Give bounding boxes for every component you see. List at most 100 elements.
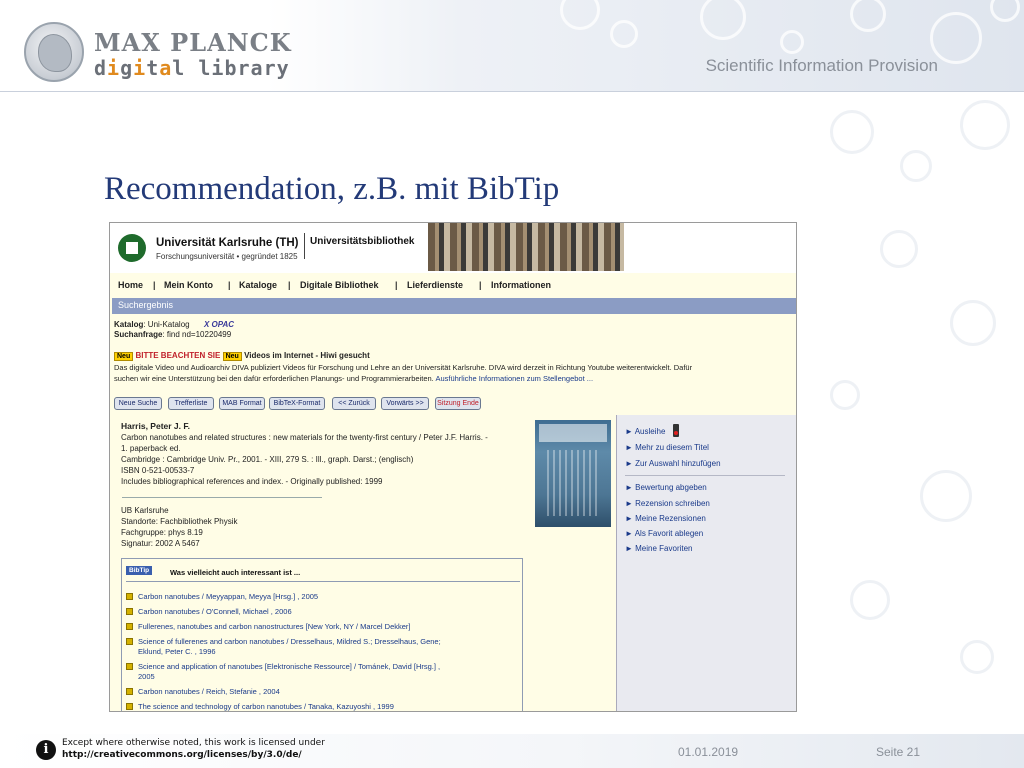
record-line: Includes bibliographical references and … xyxy=(121,477,383,486)
nav-mein-konto[interactable]: Mein Konto xyxy=(164,280,213,290)
recommendation-item[interactable]: Carbon nanotubes / Meyyappan, Meyya [Hrs… xyxy=(138,592,318,601)
new-badge: Neu xyxy=(222,352,242,361)
book-icon xyxy=(126,688,133,695)
notice-headline[interactable]: Videos im Internet - Hiwi gesucht xyxy=(244,351,370,360)
result-heading-bar: Suchergebnis xyxy=(112,298,796,314)
library-name: Universitätsbibliothek xyxy=(310,236,415,247)
nav-separator: | xyxy=(395,280,398,290)
forward-button[interactable]: Vorwärts >> xyxy=(381,397,429,410)
record-line: Carbon nanotubes and related structures … xyxy=(121,433,488,442)
link-ausleihe[interactable]: ► Ausleihe xyxy=(625,427,665,436)
link-zur-auswahl[interactable]: ► Zur Auswahl hinzufügen xyxy=(625,459,721,468)
decor-bubble xyxy=(780,30,804,54)
license-url[interactable]: http://creativecommons.org/licenses/by/3… xyxy=(62,750,302,760)
end-session-button[interactable]: Sitzung Ende xyxy=(435,397,481,410)
new-badge: Neu xyxy=(114,352,134,361)
university-banner: Universität Karlsruhe (TH) Forschungsuni… xyxy=(110,223,796,273)
sidebar-divider xyxy=(625,475,785,476)
recommendation-item[interactable]: Carbon nanotubes / Reich, Stefanie , 200… xyxy=(138,687,280,696)
record-divider xyxy=(122,497,322,498)
slide-header: MAX PLANCK digital library Scientific In… xyxy=(0,0,1024,92)
holding-line: Standorte: Fachbibliothek Physik xyxy=(121,517,238,526)
notice-text-1: Das digitale Video und Audioarchiv DIVA … xyxy=(114,363,693,372)
recommendation-item[interactable]: Science and application of nanotubes [El… xyxy=(138,662,440,671)
decor-bubble xyxy=(560,0,600,30)
brand-subtitle-text: digital library xyxy=(94,56,290,80)
book-icon xyxy=(126,703,133,710)
university-logo-icon[interactable] xyxy=(118,234,146,262)
decor-bubble xyxy=(830,110,874,154)
mab-format-button[interactable]: MAB Format xyxy=(219,397,265,410)
decor-bubble xyxy=(700,0,746,40)
recommendation-item[interactable]: Carbon nanotubes / O'Connell, Michael , … xyxy=(138,607,292,616)
nav-digitale-bibliothek[interactable]: Digitale Bibliothek xyxy=(300,280,379,290)
decor-bubble xyxy=(990,0,1020,22)
book-icon xyxy=(126,663,133,670)
record-author: Harris, Peter J. F. xyxy=(121,421,190,431)
license-text: Except where otherwise noted, this work … xyxy=(62,738,325,748)
decor-bubble xyxy=(850,0,886,32)
action-sidebar: ► Ausleihe ► Mehr zu diesem Titel ► Zur … xyxy=(616,415,796,711)
nav-kataloge[interactable]: Kataloge xyxy=(239,280,277,290)
availability-light-icon xyxy=(673,424,679,437)
decor-bubble xyxy=(920,470,972,522)
link-meine-rezensionen[interactable]: ► Meine Rezensionen xyxy=(625,514,706,523)
university-subtitle: Forschungsuniversität • gegründet 1825 xyxy=(156,252,298,261)
book-cover-image[interactable] xyxy=(535,420,611,527)
decor-bubble xyxy=(850,580,890,620)
brand-subtitle: digital library xyxy=(94,56,290,80)
record-line: Cambridge : Cambridge Univ. Pr., 2001. -… xyxy=(121,455,414,464)
notice-text-2: suchen wir eine Unterstützung bei den da… xyxy=(114,374,593,383)
bibtip-logo: BibTip xyxy=(126,566,153,575)
catalog-label: Katalog xyxy=(114,320,144,329)
result-list-button[interactable]: Trefferliste xyxy=(168,397,214,410)
recommendation-item[interactable]: The science and technology of carbon nan… xyxy=(138,702,394,711)
record-line: ISBN 0-521-00533-7 xyxy=(121,466,195,475)
slide-footer: i Except where otherwise noted, this wor… xyxy=(0,734,1024,768)
bibtip-box: BibTip Was vielleicht auch interessant i… xyxy=(121,558,523,711)
link-meine-favoriten[interactable]: ► Meine Favoriten xyxy=(625,544,693,553)
link-bewertung[interactable]: ► Bewertung abgeben xyxy=(625,483,707,492)
query-label: Suchanfrage xyxy=(114,330,163,339)
slide-page-number: Seite 21 xyxy=(876,745,921,759)
nav-home[interactable]: Home xyxy=(118,280,143,290)
decor-bubble xyxy=(830,380,860,410)
notice-link[interactable]: Ausführliche Informationen zum Stellenge… xyxy=(435,374,593,383)
decor-bubble xyxy=(900,150,932,182)
notice-header: Neu BITTE BEACHTEN SIE Neu Videos im Int… xyxy=(114,351,370,361)
catalog-value: : Uni-Katalog xyxy=(143,320,190,329)
nav-separator: | xyxy=(479,280,482,290)
book-icon xyxy=(126,608,133,615)
result-heading: Suchergebnis xyxy=(118,300,174,310)
nav-separator: | xyxy=(228,280,231,290)
link-als-favorit[interactable]: ► Als Favorit ablegen xyxy=(625,529,703,538)
bibtex-format-button[interactable]: BibTeX-Format xyxy=(269,397,325,410)
university-name: Universität Karlsruhe (TH) xyxy=(156,237,299,249)
notice-warning: BITTE BEACHTEN SIE xyxy=(135,351,221,360)
back-button[interactable]: << Zurück xyxy=(332,397,376,410)
recommendation-item-continued[interactable]: 2005 xyxy=(138,672,155,681)
header-tagline: Scientific Information Provision xyxy=(705,56,938,75)
nav-informationen[interactable]: Informationen xyxy=(491,280,551,290)
nav-separator: | xyxy=(153,280,156,290)
library-photo xyxy=(428,223,624,271)
book-icon xyxy=(126,623,133,630)
opac-screenshot: Universität Karlsruhe (TH) Forschungsuni… xyxy=(109,222,797,712)
recommendation-item[interactable]: Fullerenes, nanotubes and carbon nanostr… xyxy=(138,622,411,631)
recommendation-item-continued[interactable]: Eklund, Peter C. , 1996 xyxy=(138,647,216,656)
new-search-button[interactable]: Neue Suche xyxy=(114,397,162,410)
bibtip-divider xyxy=(126,581,520,582)
notice-text-2-body: suchen wir eine Unterstützung bei den da… xyxy=(114,374,434,383)
query-line: Suchanfrage: find nd=10220499 xyxy=(114,330,231,339)
slide-title: Recommendation, z.B. mit BibTip xyxy=(104,171,560,207)
nav-lieferdienste[interactable]: Lieferdienste xyxy=(407,280,463,290)
record-line: 1. paperback ed. xyxy=(121,444,181,453)
decor-bubble xyxy=(610,20,638,48)
decor-bubble xyxy=(880,230,918,268)
recommendation-item[interactable]: Science of fullerenes and carbon nanotub… xyxy=(138,637,441,646)
link-rezension-schreiben[interactable]: ► Rezension schreiben xyxy=(625,499,710,508)
xopac-logo: X OPAC xyxy=(204,320,235,329)
holding-line: Fachgruppe: phys 8.19 xyxy=(121,528,203,537)
query-value: : find nd=10220499 xyxy=(162,330,232,339)
link-mehr-zu-diesem-titel[interactable]: ► Mehr zu diesem Titel xyxy=(625,443,709,452)
